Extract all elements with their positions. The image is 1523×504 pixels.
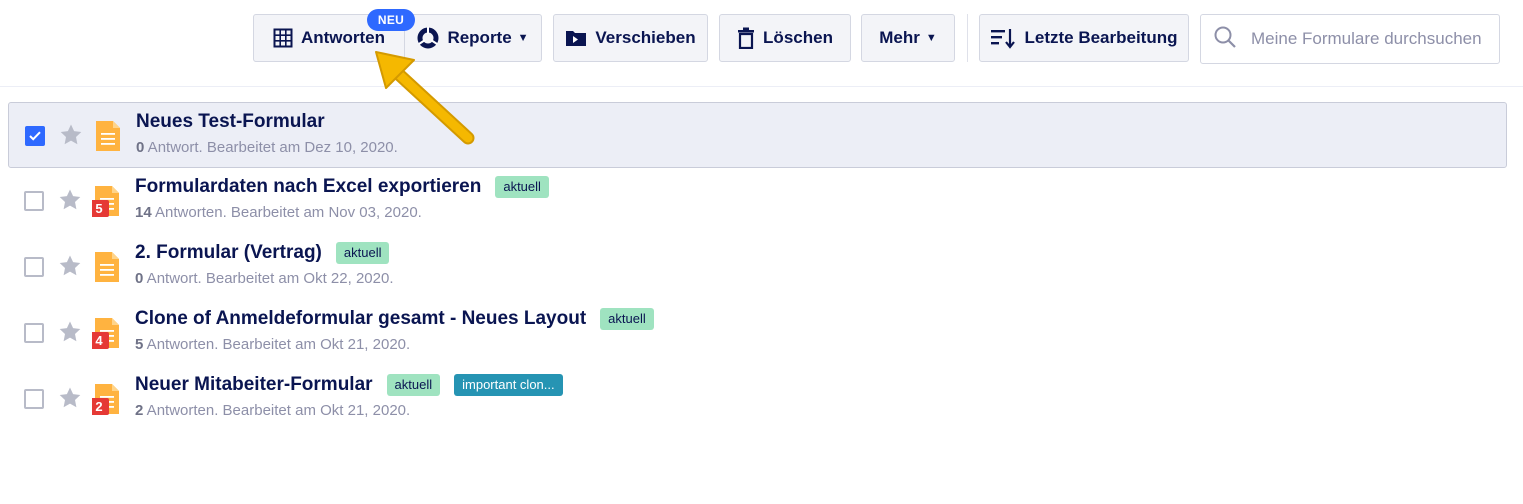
reports-icon (417, 27, 439, 49)
toolbar-divider (967, 14, 968, 62)
form-title[interactable]: Formulardaten nach Excel exportieren (135, 176, 481, 198)
form-meta-text: Antwort. Bearbeitet am Okt 22, 2020. (143, 270, 394, 287)
form-meta-text: Antworten. Bearbeitet am Okt 21, 2020. (143, 402, 411, 419)
move-label: Verschieben (595, 28, 696, 47)
form-document-icon: 5 (89, 184, 122, 218)
form-row[interactable]: 2. Formular (Vertrag) aktuell 0 Antwort. … (8, 234, 1507, 300)
search-input[interactable] (1249, 28, 1493, 50)
form-row[interactable]: 4 Clone of Anmeldeformular gesamt - Neue… (8, 300, 1507, 366)
form-document-icon (93, 119, 123, 153)
chevron-down-icon: ▼ (925, 32, 937, 44)
form-row[interactable]: 5 Formulardaten nach Excel exportieren ak… (8, 168, 1507, 234)
chevron-down-icon: ▼ (517, 32, 529, 44)
form-list: Neues Test-Formular 0 Antwort. Bearbeite… (8, 102, 1507, 432)
tag-important-clone[interactable]: important clon... (454, 374, 563, 396)
new-badge: NEU (367, 9, 415, 31)
form-title[interactable]: 2. Formular (Vertrag) (135, 242, 322, 264)
star-icon[interactable] (58, 386, 82, 415)
more-label: Mehr (879, 28, 920, 47)
form-title[interactable]: Clone of Anmeldeformular gesamt - Neues … (135, 308, 586, 330)
new-submissions-count: 2 (95, 399, 102, 414)
row-checkbox[interactable] (24, 191, 44, 211)
form-meta: 2 Antworten. Bearbeitet am Okt 21, 2020. (135, 402, 410, 419)
search-box[interactable] (1200, 14, 1500, 64)
tag-aktuell[interactable]: aktuell (335, 242, 390, 264)
form-title[interactable]: Neues Test-Formular (136, 111, 325, 133)
row-checkbox[interactable] (24, 389, 44, 409)
form-meta-text: Antworten. Bearbeitet am Okt 21, 2020. (143, 336, 411, 353)
star-icon[interactable] (58, 320, 82, 349)
row-checkbox[interactable] (24, 323, 44, 343)
reports-label: Reporte (447, 28, 512, 47)
form-title-line: Formulardaten nach Excel exportieren aktu… (135, 176, 549, 198)
response-count: 14 (135, 204, 152, 221)
delete-button[interactable]: Löschen (719, 14, 851, 62)
reports-button[interactable]: Reporte ▼ (404, 14, 542, 62)
move-button[interactable]: Verschieben (553, 14, 708, 62)
form-row[interactable]: 2 Neuer Mitabeiter-Formular aktuell import… (8, 366, 1507, 432)
tag-aktuell[interactable]: aktuell (386, 374, 441, 396)
new-submissions-count: 5 (95, 201, 102, 216)
form-document-icon (92, 250, 122, 284)
form-title-line: 2. Formular (Vertrag) aktuell (135, 242, 390, 264)
form-meta-text: Antworten. Bearbeitet am Nov 03, 2020. (151, 204, 422, 221)
new-submissions-count: 4 (95, 333, 103, 348)
sort-icon (990, 27, 1016, 49)
form-title-line: Neuer Mitabeiter-Formular aktuell importan… (135, 374, 563, 396)
delete-label: Löschen (763, 28, 833, 47)
form-meta: 0 Antwort. Bearbeitet am Dez 10, 2020. (136, 139, 398, 156)
sort-button[interactable]: Letzte Bearbeitung (979, 14, 1189, 62)
form-meta: 14 Antworten. Bearbeitet am Nov 03, 2020… (135, 204, 422, 221)
toolbar: Antworten NEU Reporte ▼ Verschieben Lösc… (0, 0, 1523, 87)
more-button[interactable]: Mehr ▼ (861, 14, 955, 62)
search-icon (1213, 25, 1237, 54)
responses-label: Antworten (300, 28, 386, 47)
folder-move-icon (565, 28, 587, 48)
form-title-line: Neues Test-Formular (136, 111, 325, 133)
tag-aktuell[interactable]: aktuell (600, 308, 654, 330)
row-checkbox[interactable] (25, 126, 45, 146)
star-icon[interactable] (58, 254, 82, 283)
form-meta: 5 Antworten. Bearbeitet am Okt 21, 2020. (135, 336, 410, 353)
star-icon[interactable] (58, 188, 82, 217)
star-icon[interactable] (59, 123, 83, 152)
grid-icon (273, 28, 293, 48)
form-row[interactable]: Neues Test-Formular 0 Antwort. Bearbeite… (8, 102, 1507, 168)
form-title-line: Clone of Anmeldeformular gesamt - Neues … (135, 308, 654, 330)
row-checkbox[interactable] (24, 257, 44, 277)
form-meta: 0 Antwort. Bearbeitet am Okt 22, 2020. (135, 270, 393, 287)
form-title[interactable]: Neuer Mitabeiter-Formular (135, 374, 373, 396)
sort-label: Letzte Bearbeitung (1024, 28, 1178, 47)
form-meta-text: Antwort. Bearbeitet am Dez 10, 2020. (144, 139, 398, 156)
form-document-icon: 2 (89, 382, 122, 416)
form-document-icon: 4 (89, 316, 122, 350)
trash-icon (737, 27, 755, 49)
tag-aktuell[interactable]: aktuell (495, 176, 549, 198)
